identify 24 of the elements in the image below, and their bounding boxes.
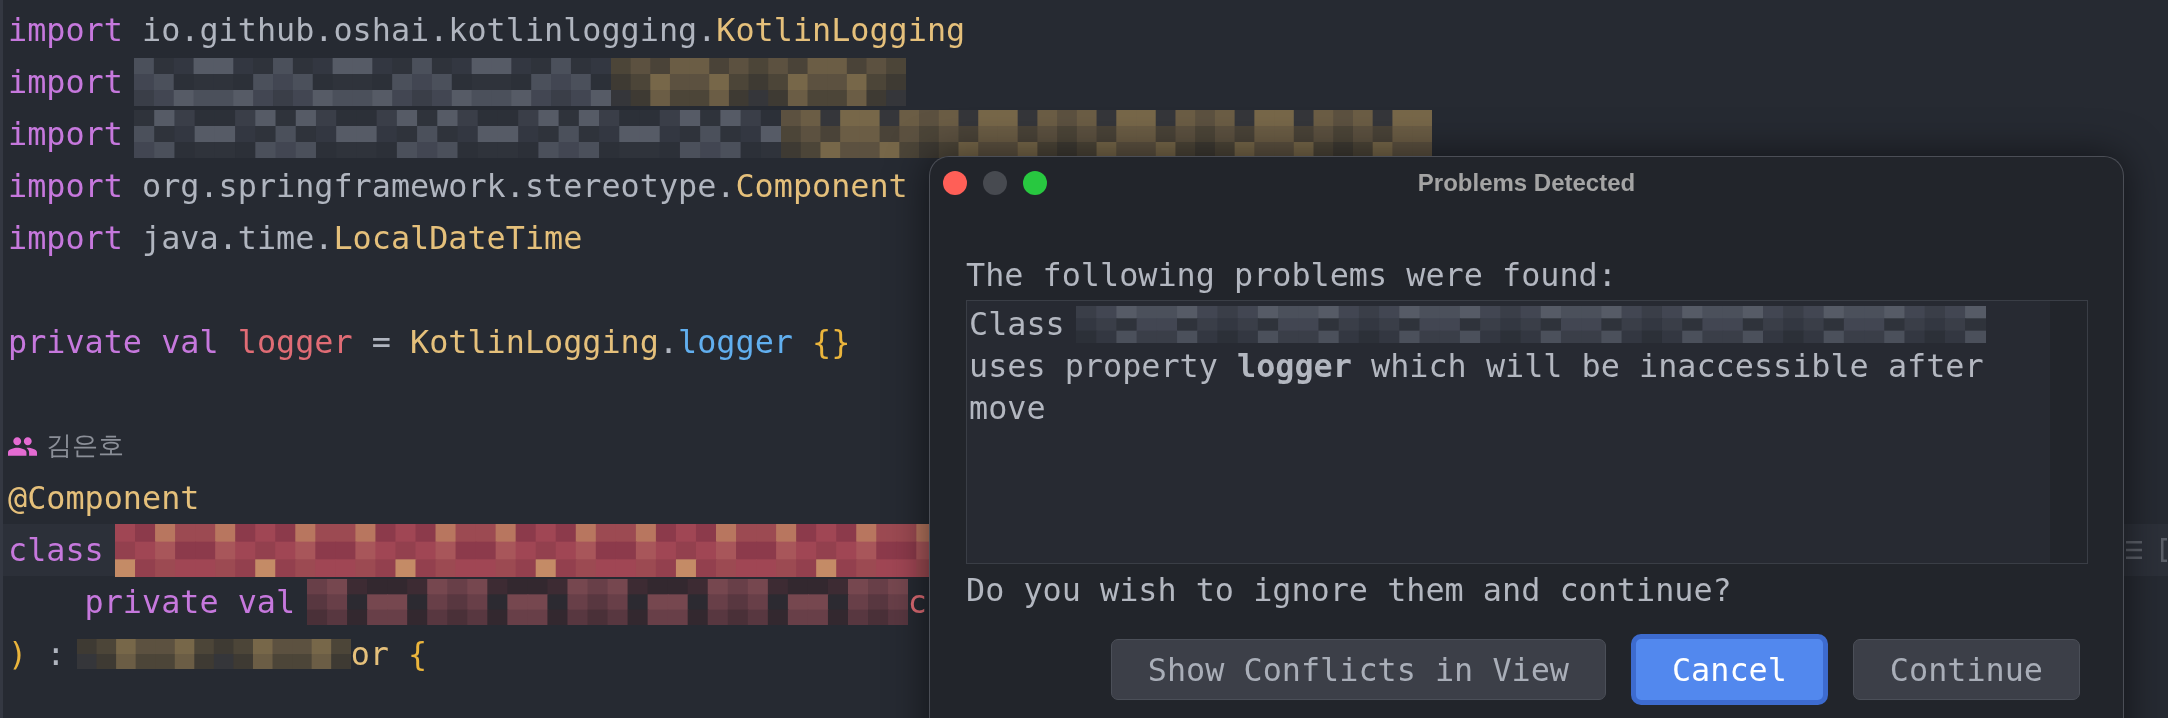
code-text: ) : (8, 634, 66, 674)
dialog-button[interactable]: Cancel (1630, 634, 1828, 705)
close-button[interactable] (943, 171, 967, 195)
code-text: import (8, 62, 123, 102)
dialog-message: The following problems were found: (966, 255, 1618, 295)
zoom-button[interactable] (1023, 171, 1047, 195)
code-text: import (8, 114, 123, 154)
dialog-button[interactable]: Show Conflicts in View (1110, 639, 1606, 700)
dialog-button[interactable]: Continue (1852, 639, 2080, 700)
author-hint[interactable]: 김은호 (46, 430, 124, 462)
problem-text: uses property logger which will be inaccessible after move (969, 346, 1985, 428)
people-icon[interactable] (8, 436, 37, 456)
code-text: import io.github.oshai.kotlinlogging.KotlinLogging (8, 10, 966, 50)
code-text: @Component (8, 478, 200, 518)
code-text: private val logger = KotlinLogging.logger {} (8, 322, 851, 362)
code-text: import java.time.LocalDateTime (8, 218, 583, 258)
code-text: c (907, 582, 927, 622)
code-text: private val (84, 582, 296, 622)
problem-label: Class (969, 304, 1065, 344)
code-text: import org.springframework.stereotype.Component (8, 166, 908, 206)
dialog-question: Do you wish to ignore them and continue? (966, 570, 1733, 610)
code-text: or { (350, 634, 428, 674)
code-text: class (8, 530, 104, 570)
dialog-title: Problems Detected (1417, 168, 1636, 198)
